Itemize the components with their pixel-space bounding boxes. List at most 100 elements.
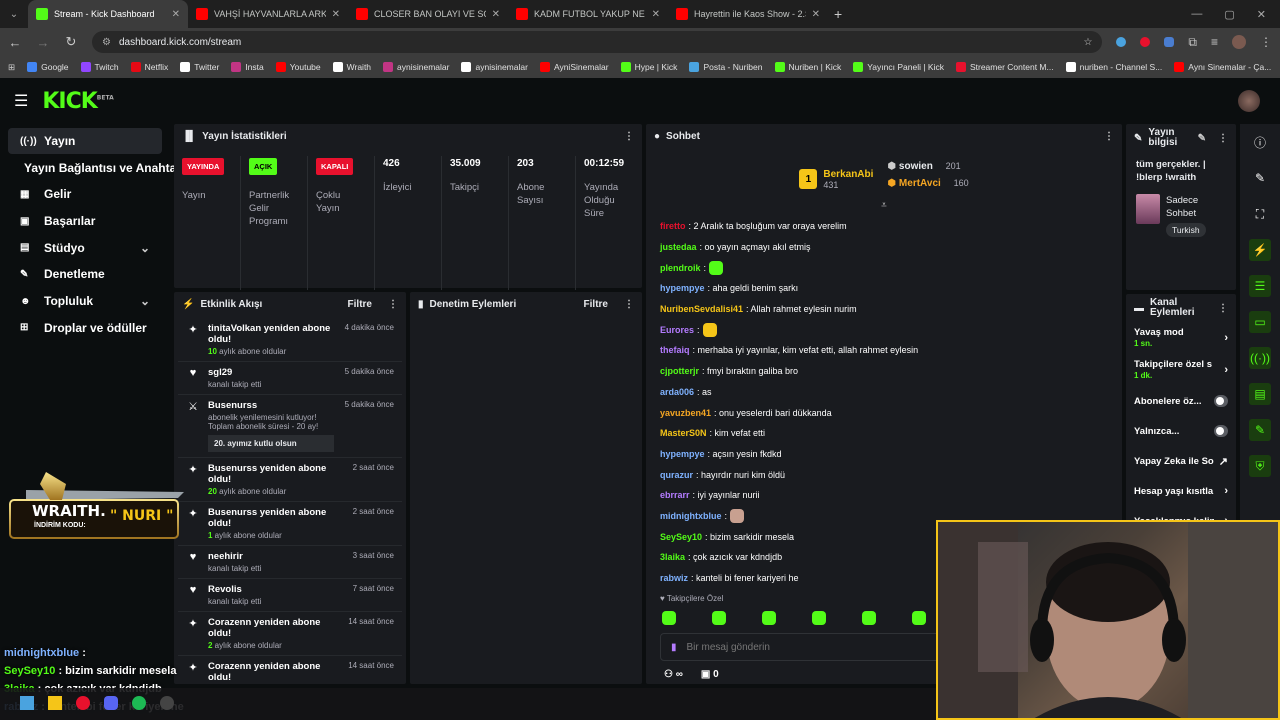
- browser-tab[interactable]: VAHŞİ HAYVANLARLA ARKADAŞ ✕: [188, 0, 348, 28]
- toggle-switch[interactable]: [1214, 425, 1228, 437]
- chat-username[interactable]: MasterS0N: [660, 428, 707, 438]
- bookmark-item[interactable]: nuriben - Channel S...: [1065, 62, 1162, 72]
- filter-button[interactable]: Filtre: [348, 299, 372, 310]
- chat-username[interactable]: thefaiq: [660, 345, 690, 355]
- discord-icon[interactable]: [104, 696, 118, 710]
- info-icon[interactable]: ⓘ: [1240, 124, 1280, 160]
- top-user-name[interactable]: sowien: [899, 161, 933, 172]
- new-tab-button[interactable]: +: [834, 6, 842, 22]
- emote-icon[interactable]: [662, 611, 676, 626]
- filter-button[interactable]: Filtre: [584, 299, 608, 310]
- close-tab-icon[interactable]: ✕: [332, 9, 340, 20]
- bookmark-item[interactable]: Youtube: [275, 62, 321, 72]
- bookmark-item[interactable]: Aynı Sinemalar - Ça...: [1174, 62, 1271, 72]
- explorer-icon[interactable]: [48, 696, 62, 710]
- obs-icon[interactable]: [160, 696, 174, 710]
- chat-username[interactable]: qurazur: [660, 470, 693, 480]
- stack-icon[interactable]: ▤: [1240, 376, 1280, 412]
- bookmark-item[interactable]: Netflix: [130, 62, 168, 72]
- bookmark-item[interactable]: Google: [27, 62, 69, 72]
- kebab-menu-icon[interactable]: ⋮: [624, 299, 634, 310]
- bookmark-item[interactable]: Nuriben | Kick: [774, 62, 841, 72]
- sidebar-item[interactable]: ▦ Gelir: [8, 181, 162, 207]
- close-window-icon[interactable]: ✕: [1257, 8, 1266, 21]
- sidebar-item[interactable]: ▣ Başarılar: [8, 208, 162, 234]
- extension-icon[interactable]: [1116, 37, 1127, 47]
- browser-menu-icon[interactable]: ⋮: [1260, 35, 1272, 49]
- lightning-icon[interactable]: ⚡: [1240, 232, 1280, 268]
- maximize-icon[interactable]: ▢: [1224, 8, 1234, 21]
- emote-icon[interactable]: [712, 611, 726, 626]
- category-name[interactable]: Sadece Sohbet: [1166, 194, 1226, 220]
- apps-icon[interactable]: ⊞: [8, 62, 15, 73]
- chat-bubble-icon[interactable]: ▭: [1240, 304, 1280, 340]
- channel-action[interactable]: Yavaş mod 1 sn. ›: [1126, 322, 1236, 354]
- sidebar-item[interactable]: ☻ Topluluk ⌄: [8, 288, 162, 314]
- sidebar-item[interactable]: Yayın Bağlantısı ve Anahtarı: [8, 155, 184, 181]
- language-tag[interactable]: Turkish: [1166, 223, 1206, 237]
- site-info-icon[interactable]: ⚙: [102, 37, 111, 48]
- emote-icon[interactable]: [812, 611, 826, 626]
- channel-action[interactable]: Takipçilere özel s1 dk. ›: [1126, 354, 1236, 386]
- browser-tab[interactable]: KADM FUTBOL YAKUP NE KADA ✕: [508, 0, 668, 28]
- activity-item[interactable]: ♥ sgl29 kanalı takip etti 5 dakika önce: [178, 362, 402, 395]
- activity-item[interactable]: ♥ neehirir kanalı takip etti 3 saat önce: [178, 546, 402, 579]
- activity-item[interactable]: ✦ Busenurss yeniden abone oldu! 20 aylık a…: [178, 458, 402, 502]
- kebab-menu-icon[interactable]: ⋮: [1104, 131, 1114, 142]
- chat-username[interactable]: arda006: [660, 387, 694, 397]
- bookmark-item[interactable]: Twitter: [180, 62, 219, 72]
- list-icon[interactable]: ☰: [1240, 268, 1280, 304]
- shield-icon[interactable]: ⛨: [1240, 448, 1280, 484]
- top-user-name[interactable]: BerkanAbi: [823, 169, 873, 180]
- extensions-puzzle-icon[interactable]: ⧉: [1188, 35, 1197, 50]
- kebab-menu-icon[interactable]: ⋮: [388, 299, 398, 310]
- sidebar-item[interactable]: ((·)) Yayın: [8, 128, 162, 154]
- start-icon[interactable]: [20, 696, 34, 710]
- kebab-menu-icon[interactable]: ⋮: [624, 131, 634, 142]
- hamburger-menu-icon[interactable]: ☰: [14, 91, 28, 111]
- chat-username[interactable]: plendroik: [660, 263, 701, 273]
- close-tab-icon[interactable]: ✕: [492, 9, 500, 20]
- back-icon[interactable]: ←: [8, 35, 22, 50]
- mic-icon[interactable]: ▮: [671, 642, 677, 653]
- sidebar-item[interactable]: ✎ Denetleme: [8, 261, 162, 287]
- chat-username[interactable]: justedaa: [660, 242, 697, 252]
- wrench-icon[interactable]: ✎: [1240, 412, 1280, 448]
- reload-icon[interactable]: ↻: [64, 34, 78, 50]
- chat-username[interactable]: 3laika: [660, 552, 685, 562]
- activity-item[interactable]: ♥ Revolis kanalı takip etti 7 saat önce: [178, 579, 402, 612]
- chat-username[interactable]: yavuzben41: [660, 408, 711, 418]
- address-bar[interactable]: ⚙ dashboard.kick.com/stream ☆: [92, 31, 1103, 53]
- user-avatar[interactable]: [1238, 90, 1260, 112]
- chrome-icon[interactable]: [76, 696, 90, 710]
- sidebar-item[interactable]: ▤ Stüdyo ⌄: [8, 235, 162, 261]
- channel-action[interactable]: Yapay Zeka ile Sohbet Denetimi ↗: [1126, 446, 1236, 476]
- bookmark-star-icon[interactable]: ☆: [1083, 37, 1092, 48]
- bookmark-item[interactable]: Posta - Nuriben: [689, 62, 763, 72]
- chat-username[interactable]: ebrrarr: [660, 490, 690, 500]
- fullscreen-icon[interactable]: ⛶: [1240, 196, 1280, 232]
- minimize-icon[interactable]: —: [1191, 8, 1202, 21]
- bookmark-item[interactable]: AyniSinemalar: [539, 62, 609, 72]
- edit-icon[interactable]: ✎: [1198, 133, 1206, 144]
- points-counter[interactable]: ▣ 0: [701, 669, 719, 680]
- emote-icon[interactable]: [762, 611, 776, 626]
- browser-tab[interactable]: Stream - Kick Dashboard ✕: [28, 0, 188, 28]
- activity-item[interactable]: ✦ tinitaVolkan yeniden abone oldu! 10 aylı…: [178, 318, 402, 362]
- chat-username[interactable]: rabwiz: [660, 573, 688, 583]
- profile-avatar-icon[interactable]: [1232, 35, 1246, 49]
- extension-icon[interactable]: [1140, 37, 1151, 47]
- toggle-switch[interactable]: [1214, 395, 1228, 407]
- emote-icon[interactable]: [862, 611, 876, 626]
- activity-item[interactable]: ⚔ Busenurss abonelik yenilemesini kutluyor…: [178, 395, 402, 458]
- chat-username[interactable]: midnightxblue: [660, 511, 722, 521]
- emote-icon[interactable]: [912, 611, 926, 626]
- close-tab-icon[interactable]: ✕: [812, 9, 820, 20]
- chat-username[interactable]: NuribenSevdalisi41: [660, 304, 743, 314]
- close-tab-icon[interactable]: ✕: [172, 9, 180, 20]
- channel-action[interactable]: Yalnızca...: [1126, 416, 1236, 446]
- bookmark-item[interactable]: aynisinemalar: [383, 62, 449, 72]
- chat-username[interactable]: hypempye: [660, 449, 705, 459]
- kebab-menu-icon[interactable]: ⋮: [1218, 133, 1228, 144]
- tab-search-icon[interactable]: ⌄: [0, 9, 28, 20]
